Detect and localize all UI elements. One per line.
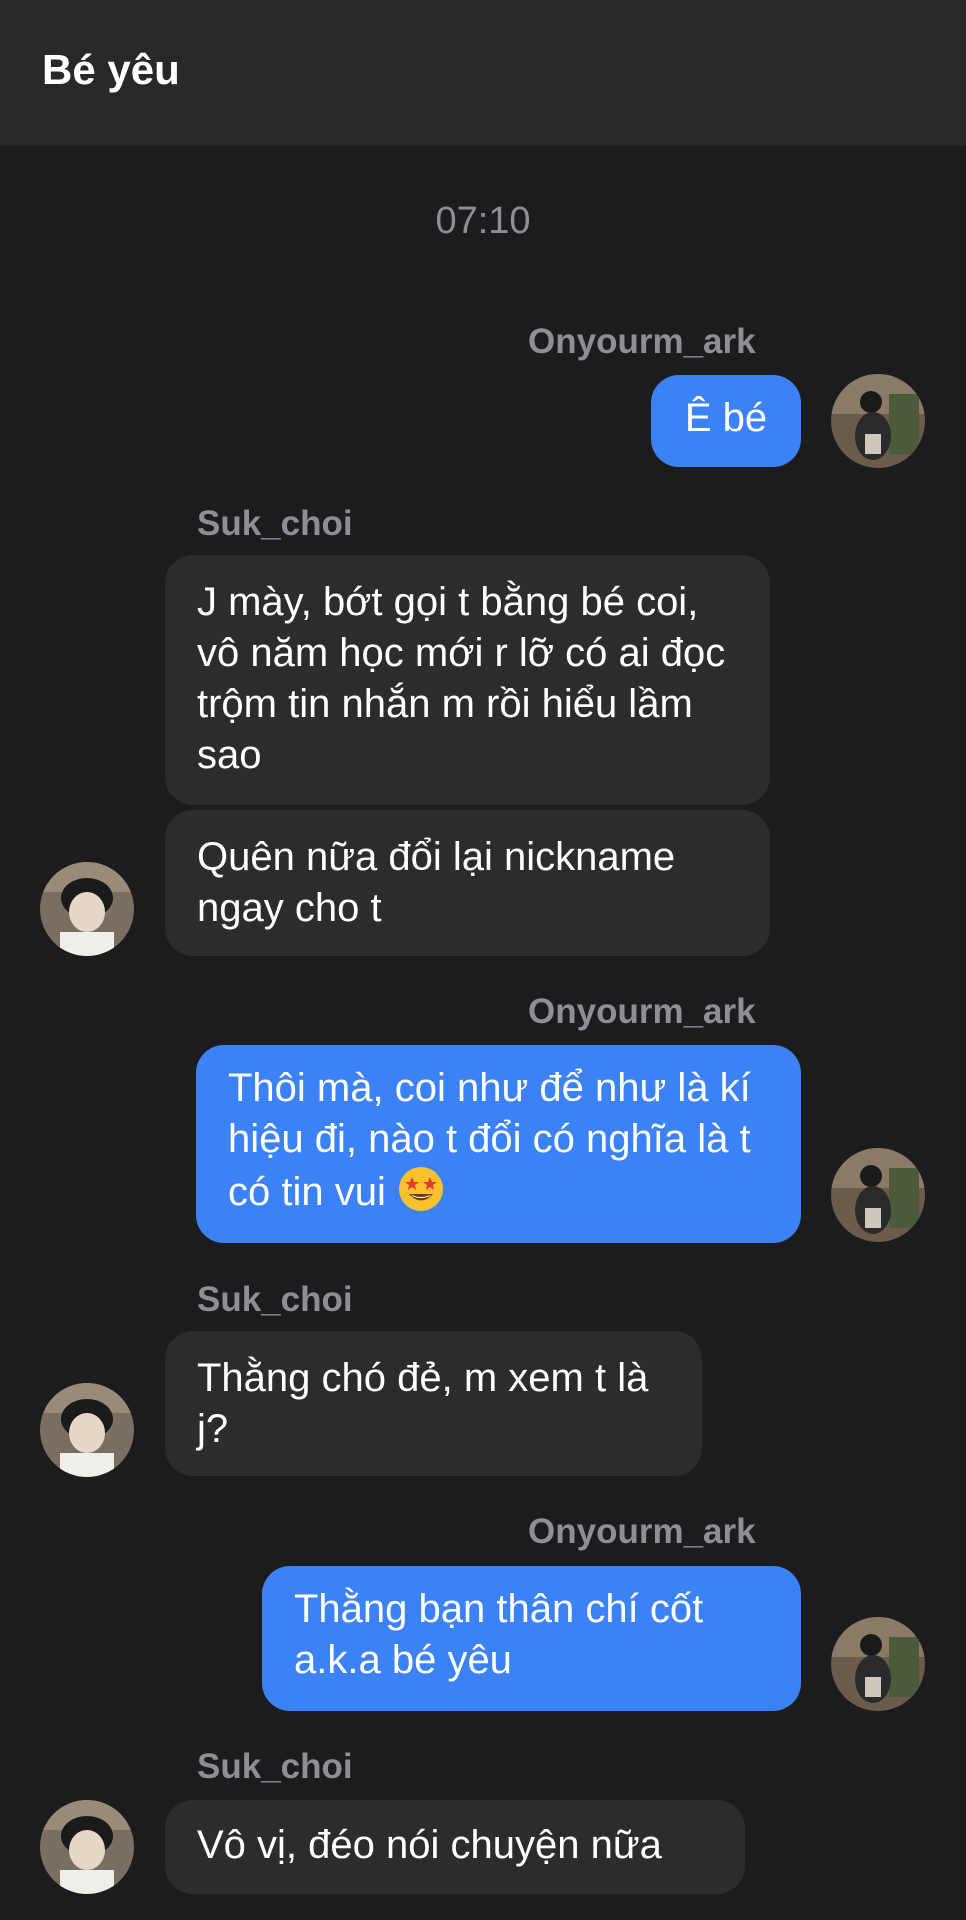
sender-name: Suk_choi	[197, 1280, 353, 1319]
outgoing-message-bubble[interactable]: Thôi mà, coi như để như là kí hiệu đi, n…	[196, 1045, 801, 1243]
message-timestamp: 07:10	[435, 200, 531, 242]
message-text: Ê bé	[684, 396, 768, 440]
message-text: Thằng bạn thân chí cốt a.k.a bé yêu	[294, 1587, 704, 1682]
star-struck-emoji-icon	[397, 1165, 445, 1213]
chat-screen: Bé yêu 07:10 Onyourm_ark Ê bé Suk_choi J…	[0, 0, 966, 1920]
avatar-onyourm-ark[interactable]	[831, 1617, 925, 1711]
incoming-message-bubble[interactable]: Thằng chó đẻ, m xem t là j?	[165, 1331, 702, 1476]
sender-name: Suk_choi	[197, 1747, 353, 1786]
sender-name: Onyourm_ark	[528, 322, 756, 361]
incoming-message-bubble[interactable]: Vô vị, đéo nói chuyện nữa	[165, 1800, 745, 1894]
message-text: Thằng chó đẻ, m xem t là j?	[197, 1356, 649, 1451]
message-text: Vô vị, đéo nói chuyện nữa	[197, 1823, 662, 1867]
incoming-message-bubble[interactable]: Quên nữa đổi lại nickname ngay cho t	[165, 810, 770, 956]
avatar-suk-choi[interactable]	[40, 1383, 134, 1477]
avatar-onyourm-ark[interactable]	[831, 1148, 925, 1242]
avatar-suk-choi[interactable]	[40, 862, 134, 956]
sender-name: Onyourm_ark	[528, 992, 756, 1031]
chat-title[interactable]: Bé yêu	[42, 44, 180, 96]
outgoing-message-bubble[interactable]: Ê bé	[651, 375, 801, 467]
avatar-onyourm-ark[interactable]	[831, 374, 925, 468]
message-text: Thôi mà, coi như để như là kí hiệu đi, n…	[228, 1066, 751, 1214]
chat-header: Bé yêu	[0, 0, 966, 146]
message-text: J mày, bớt gọi t bằng bé coi, vô năm học…	[197, 580, 726, 777]
incoming-message-bubble[interactable]: J mày, bớt gọi t bằng bé coi, vô năm học…	[165, 555, 770, 805]
avatar-suk-choi[interactable]	[40, 1800, 134, 1894]
sender-name: Suk_choi	[197, 504, 353, 543]
sender-name: Onyourm_ark	[528, 1512, 756, 1551]
message-text: Quên nữa đổi lại nickname ngay cho t	[197, 835, 676, 930]
outgoing-message-bubble[interactable]: Thằng bạn thân chí cốt a.k.a bé yêu	[262, 1566, 801, 1711]
